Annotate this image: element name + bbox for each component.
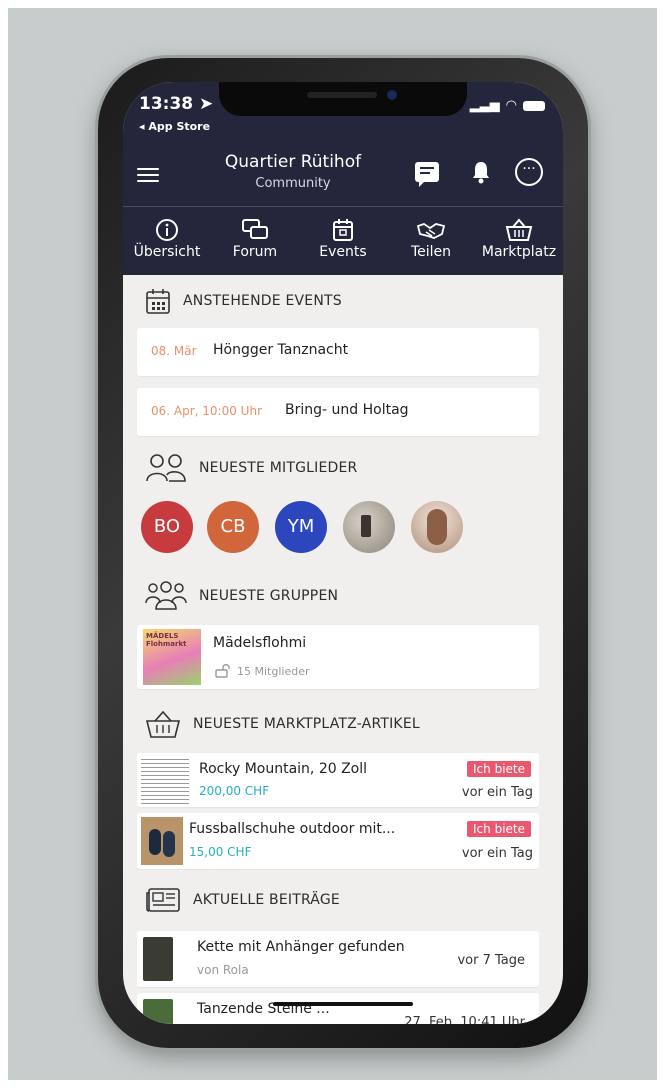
market-item[interactable]: Fussballschuhe outdoor mit... 15,00 CHF … (137, 813, 539, 869)
tab-label: Teilen (410, 244, 452, 260)
users-icon (146, 454, 186, 482)
page-title: Quartier Rütihof (224, 152, 362, 172)
group-name: Mädelsflohmi (213, 635, 307, 651)
item-thumbnail (141, 756, 189, 804)
back-to-app-store-link[interactable]: ◂ App Store (139, 120, 210, 133)
post-item[interactable]: Tanzende Steine ... 27. Feb, 10:41 Uhr (137, 993, 539, 1024)
tab-label: Marktplatz (481, 244, 557, 260)
header-divider (123, 206, 563, 207)
event-date: 08. Mär (151, 344, 197, 358)
section-title: NEUESTE GRUPPEN (199, 588, 339, 604)
tab-teilen[interactable]: Teilen (387, 212, 475, 272)
avatar[interactable]: YM (275, 501, 327, 553)
page-subtitle: Community (255, 176, 331, 191)
members-section-heading: NEUESTE MITGLIEDER (145, 453, 357, 483)
handshake-icon (416, 223, 446, 239)
tab-label: Forum (232, 244, 278, 260)
post-thumbnail (143, 937, 173, 981)
post-thumbnail (143, 999, 173, 1024)
marketplace-section-heading: NEUESTE MARKTPLATZ-ARTIKEL (145, 709, 420, 739)
tab-events[interactable]: Events (299, 212, 387, 272)
event-date: 06. Apr, 10:00 Uhr (151, 404, 263, 418)
calendar-icon (146, 289, 170, 314)
section-title: AKTUELLE BEITRÄGE (193, 892, 340, 908)
lock-open-icon (215, 664, 230, 678)
newspaper-icon (146, 888, 180, 912)
groups-section-heading: NEUESTE GRUPPEN (145, 581, 338, 611)
section-title: ANSTEHENDE EVENTS (183, 293, 342, 309)
event-title: Höngger Tanznacht (213, 342, 349, 358)
tab-marktplatz[interactable]: Marktplatz (475, 212, 563, 272)
item-price: 15,00 CHF (189, 845, 252, 859)
item-price: 200,00 CHF (199, 784, 270, 798)
basket-icon (505, 218, 533, 241)
tab-ubersicht[interactable]: Übersicht (123, 212, 211, 272)
events-section-heading: ANSTEHENDE EVENTS (145, 287, 342, 315)
avatar[interactable]: BO (141, 501, 193, 553)
item-title: Rocky Mountain, 20 Zoll (199, 761, 368, 777)
bell-icon[interactable] (471, 160, 491, 184)
signal-icon: ▂▃▅ (469, 98, 500, 113)
event-title: Bring- und Holtag (285, 402, 409, 418)
battery-icon (523, 100, 545, 111)
info-icon (156, 219, 178, 241)
item-age: vor ein Tag (461, 785, 533, 800)
home-indicator (273, 1002, 413, 1006)
status-icons: ▂▃▅ ◠ (470, 98, 545, 113)
item-title: Fussballschuhe outdoor mit... (189, 821, 396, 837)
tab-label: Events (319, 244, 367, 260)
post-author: von Rola (197, 963, 249, 977)
wifi-icon: ◠ (505, 98, 517, 113)
offer-badge: Ich biete (467, 821, 531, 837)
members-row: BO CB YM (141, 501, 561, 557)
avatar-photo[interactable] (411, 501, 463, 553)
post-age: vor 7 Tage (457, 953, 525, 968)
more-options-icon[interactable]: ··· (515, 158, 543, 186)
chat-bubbles-icon (242, 219, 268, 239)
group-icon (145, 581, 187, 610)
tab-forum[interactable]: Forum (211, 212, 299, 272)
messages-icon[interactable] (415, 162, 439, 187)
speaker (307, 92, 377, 98)
phone-screen: 13:38 ➤ ◂ App Store ▂▃▅ ◠ Quartier Rütih… (123, 82, 563, 1024)
group-thumbnail: MÄDELS Flohmarkt (143, 629, 201, 685)
post-title: Kette mit Anhänger gefunden (197, 939, 405, 955)
camera (387, 90, 397, 100)
market-item[interactable]: Rocky Mountain, 20 Zoll 200,00 CHF Ich b… (137, 753, 539, 807)
event-item[interactable]: 08. Mär Höngger Tanznacht (137, 328, 539, 376)
tab-label: Übersicht (133, 244, 201, 260)
group-item[interactable]: MÄDELS Flohmarkt Mädelsflohmi 15 Mitglie… (137, 625, 539, 689)
post-item[interactable]: Kette mit Anhänger gefunden von Rola vor… (137, 931, 539, 987)
thumbnail-text: MÄDELS Flohmarkt (146, 632, 187, 648)
status-time: 13:38 ➤ (139, 94, 214, 114)
dashboard-content: ANSTEHENDE EVENTS 08. Mär Höngger Tanzna… (123, 275, 563, 1024)
calendar-icon (333, 219, 353, 241)
item-age: vor ein Tag (461, 846, 533, 861)
avatar[interactable]: CB (207, 501, 259, 553)
section-title: NEUESTE MARKTPLATZ-ARTIKEL (193, 716, 420, 732)
item-thumbnail (141, 817, 183, 865)
notch (219, 82, 467, 116)
group-member-count: 15 Mitglieder (237, 665, 310, 678)
avatar-photo[interactable] (343, 501, 395, 553)
posts-section-heading: AKTUELLE BEITRÄGE (145, 887, 340, 913)
tab-bar: Übersicht Forum Events Teilen Marktplatz (123, 212, 563, 272)
event-item[interactable]: 06. Apr, 10:00 Uhr Bring- und Holtag (137, 388, 539, 436)
offer-badge: Ich biete (467, 761, 531, 777)
section-title: NEUESTE MITGLIEDER (199, 460, 358, 476)
basket-icon (145, 710, 181, 738)
post-age: 27. Feb, 10:41 Uhr (404, 1015, 525, 1024)
